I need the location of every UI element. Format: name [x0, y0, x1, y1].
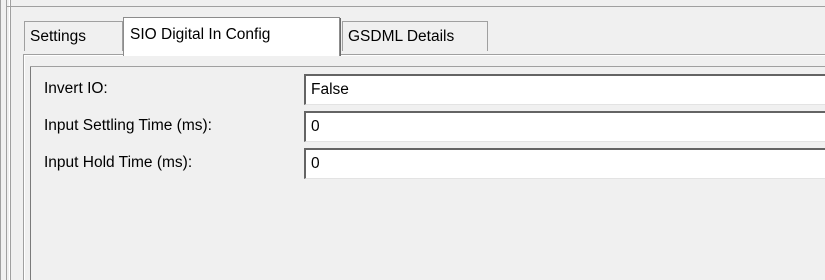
input-hold-time-row: Input Hold Time (ms): 0 — [31, 146, 825, 180]
window-border-inner — [10, 0, 11, 280]
tab-sio-digital-in-config-label: SIO Digital In Config — [130, 26, 271, 43]
input-settling-time-row: Input Settling Time (ms): 0 — [31, 109, 825, 143]
input-hold-time-label: Input Hold Time (ms): — [44, 154, 193, 171]
input-settling-time-label: Input Settling Time (ms): — [44, 117, 212, 134]
tab-settings-label: Settings — [30, 28, 87, 45]
tab-gsdml-details[interactable]: GSDML Details — [342, 21, 488, 51]
window-border-top — [6, 6, 825, 7]
input-settling-time-field[interactable]: 0 — [304, 111, 825, 142]
tab-panel-inner-border-top — [30, 66, 825, 67]
invert-io-field[interactable]: False — [304, 74, 825, 105]
invert-io-label: Invert IO: — [44, 80, 108, 97]
tab-settings[interactable]: Settings — [24, 21, 123, 51]
window-border — [6, 0, 7, 280]
tab-edge — [340, 18, 341, 56]
invert-io-row: Invert IO: False — [31, 72, 825, 106]
tab-strip: Settings SIO Digital In Config GSDML Det… — [24, 17, 825, 56]
input-hold-time-field[interactable]: 0 — [304, 148, 825, 179]
tab-sio-digital-in-config[interactable]: SIO Digital In Config — [123, 17, 341, 56]
tab-gsdml-details-label: GSDML Details — [348, 28, 455, 45]
